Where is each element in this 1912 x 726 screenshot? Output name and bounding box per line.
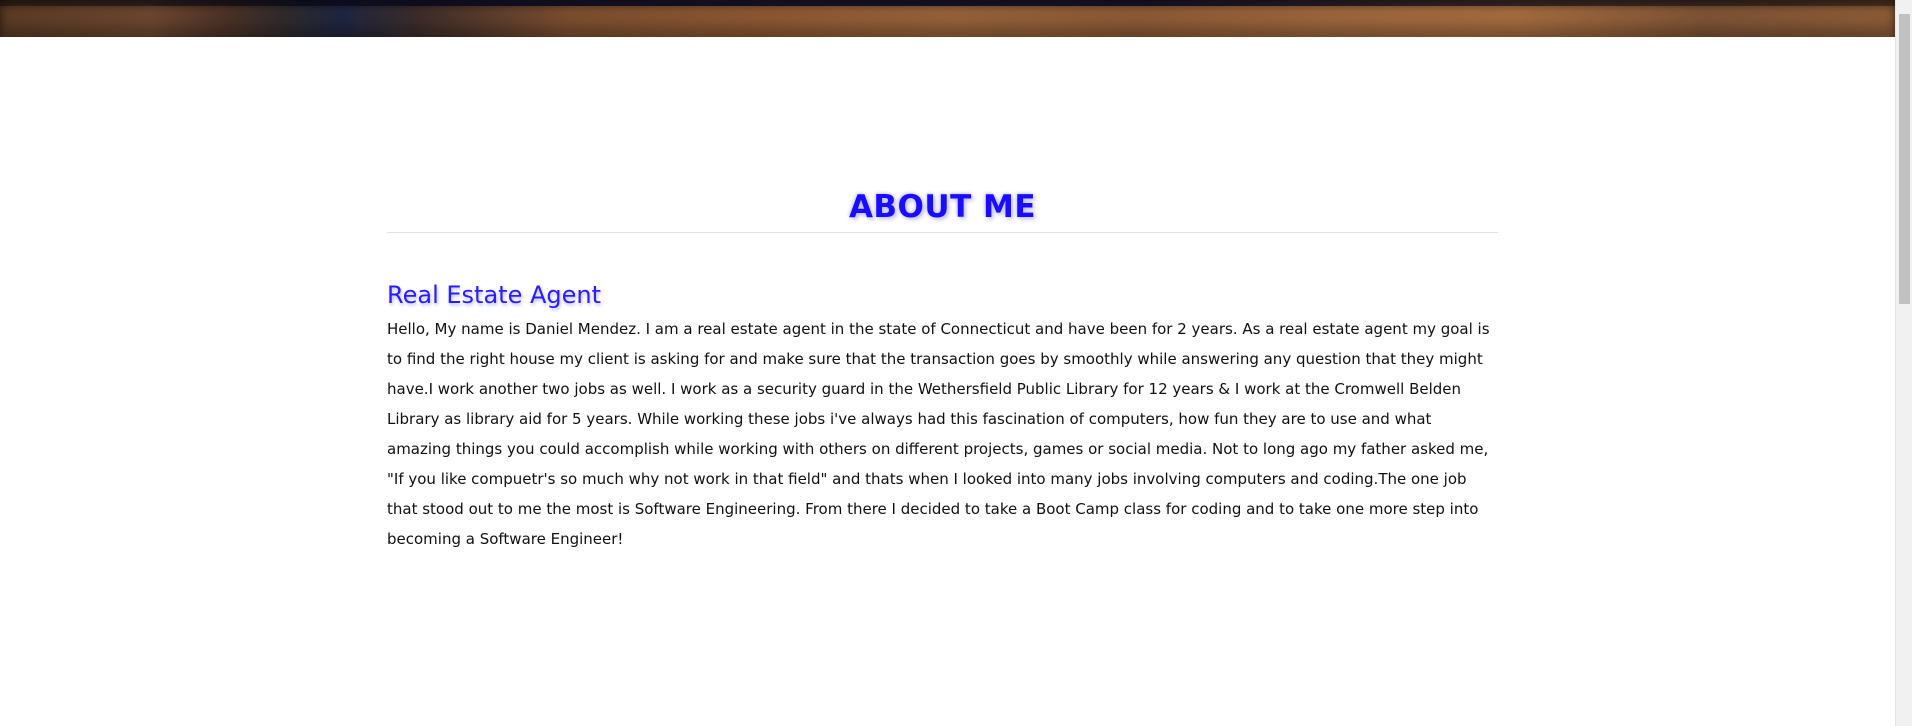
scrollbar-thumb[interactable] [1899,14,1910,304]
page: ABOUT ME Real Estate Agent Hello, My nam… [0,0,1912,726]
about-section: ABOUT ME Real Estate Agent Hello, My nam… [387,185,1498,554]
bio-paragraph: Hello, My name is Daniel Mendez. I am a … [387,320,1490,548]
section-heading: ABOUT ME [848,189,1037,225]
job-title: Real Estate Agent [387,281,601,309]
heading-divider [387,232,1498,233]
vertical-scrollbar[interactable] [1895,0,1912,726]
header-banner-image [0,0,1895,37]
